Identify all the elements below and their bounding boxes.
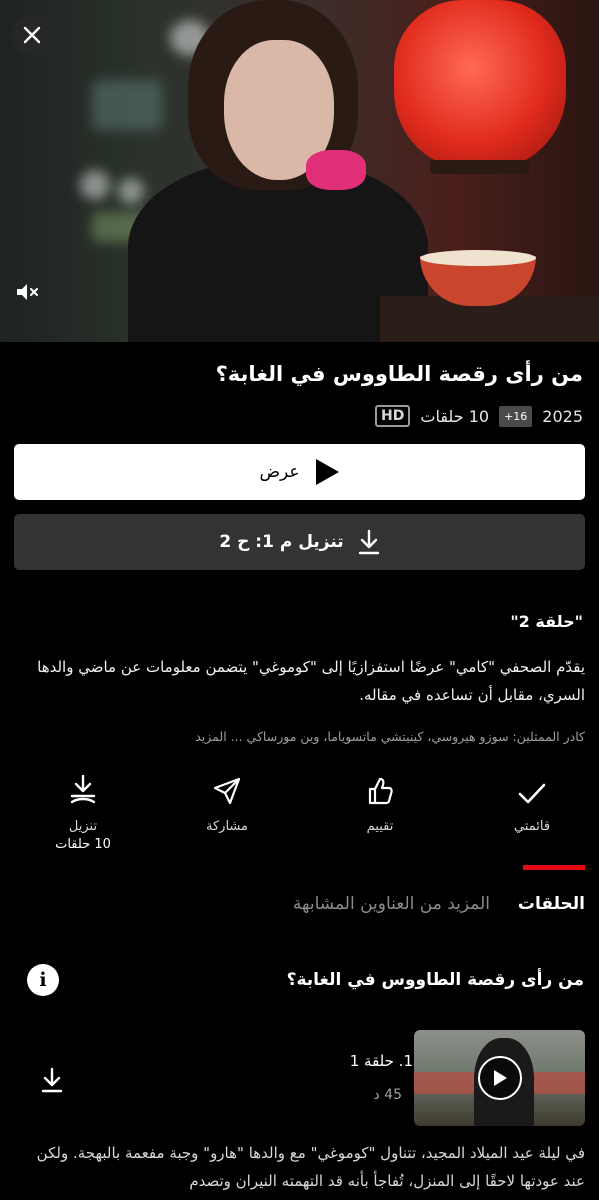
year: 2025 bbox=[542, 406, 583, 426]
download-season-line2: 10 حلقات bbox=[55, 837, 111, 852]
info-button[interactable]: i bbox=[27, 964, 59, 996]
episode-title: "حلقة 2" bbox=[510, 612, 583, 631]
active-tab-indicator bbox=[523, 865, 585, 870]
play-icon bbox=[494, 1070, 507, 1086]
download-icon bbox=[358, 529, 379, 555]
close-icon bbox=[23, 26, 41, 44]
series-name: من رأى رقصة الطاووس في الغابة؟ bbox=[286, 970, 584, 990]
play-button[interactable]: عرض bbox=[14, 444, 585, 500]
my-list-button[interactable]: قائمتي bbox=[477, 768, 587, 858]
thumbs-up-icon bbox=[368, 777, 393, 805]
download-season-button[interactable]: تنزيل 10 حلقات bbox=[28, 768, 138, 858]
hero-video[interactable] bbox=[0, 0, 599, 342]
tab-more-like-this[interactable]: المزيد من العناوين المشابهة bbox=[293, 894, 490, 914]
close-button[interactable] bbox=[12, 15, 52, 55]
rate-label: تقييم bbox=[366, 819, 394, 834]
tab-episodes[interactable]: الحلقات bbox=[518, 894, 585, 914]
play-icon bbox=[315, 459, 339, 485]
episode-1-title: 1. حلقة 1 bbox=[349, 1052, 413, 1070]
show-meta: 2025 16+ 10 حلقات HD bbox=[375, 402, 583, 430]
episode-1-duration: 45 د bbox=[373, 1087, 402, 1103]
download-episode-button[interactable]: تنزيل م 1: ح 2 bbox=[14, 514, 585, 570]
lantern-cap bbox=[430, 160, 530, 174]
episode-play-button[interactable] bbox=[478, 1056, 522, 1100]
download-icon bbox=[70, 774, 96, 804]
hero-person bbox=[128, 0, 428, 342]
cast-list[interactable]: كادر الممثلين: سوزو هيروسي، كينيتشي ماتس… bbox=[195, 729, 585, 744]
hero-bokeh bbox=[80, 170, 110, 200]
mute-icon bbox=[17, 284, 38, 300]
mute-button[interactable] bbox=[14, 280, 42, 304]
play-label: عرض bbox=[259, 462, 300, 482]
download-season-line1: تنزيل bbox=[68, 819, 98, 834]
info-icon: i bbox=[39, 969, 47, 991]
episode-synopsis: يقدّم الصحفي "كامي" عرضًا استفزازيًا إلى… bbox=[37, 658, 585, 704]
episode-1-download-button[interactable] bbox=[40, 1066, 64, 1094]
age-rating-badge: 16+ bbox=[499, 405, 533, 427]
my-list-label: قائمتي bbox=[513, 819, 551, 834]
ramen-bowl-top bbox=[420, 250, 536, 266]
download-season-label: تنزيل 10 حلقات bbox=[55, 818, 111, 854]
share-icon bbox=[213, 777, 241, 805]
check-icon bbox=[518, 783, 546, 804]
episodes-count: 10 حلقات bbox=[420, 406, 490, 426]
rate-button[interactable]: تقييم bbox=[325, 768, 435, 858]
show-title: من رأى رقصة الطاووس في الغابة؟ bbox=[215, 362, 583, 386]
share-label: مشاركة bbox=[206, 819, 248, 834]
action-row: قائمتي تقييم مشاركة تنزيل 10 حلقات bbox=[0, 768, 599, 858]
episode-1-thumbnail[interactable] bbox=[414, 1030, 585, 1126]
download-label: تنزيل م 1: ح 2 bbox=[219, 532, 344, 552]
person-scarf bbox=[306, 150, 366, 190]
share-button[interactable]: مشاركة bbox=[172, 768, 282, 858]
hd-badge: HD bbox=[375, 405, 411, 427]
download-icon bbox=[41, 1067, 63, 1093]
episode-1-description: في ليلة عيد الميلاد المجيد، تتناول "كومو… bbox=[36, 1144, 585, 1190]
